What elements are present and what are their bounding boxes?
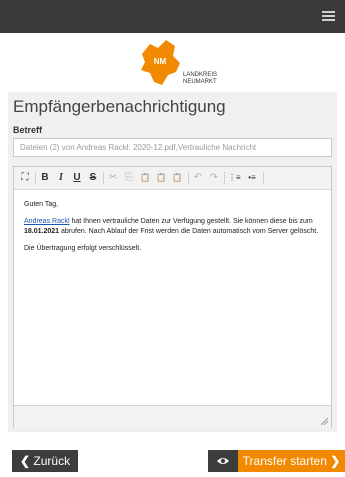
logo-line1: LANDKREIS — [183, 72, 217, 78]
page-title: Empfängerbenachrichtigung — [13, 97, 226, 116]
bold-button[interactable]: B — [39, 171, 51, 185]
message-paragraph: Andreas Rackl hat Ihnen vertrauliche Dat… — [24, 217, 322, 238]
logo-line2: NEUMARKT — [183, 79, 217, 85]
paste-icon[interactable]: 📋 — [139, 171, 151, 185]
strikethrough-button[interactable]: S — [87, 171, 99, 185]
editor-statusbar — [14, 405, 331, 428]
resize-handle-icon[interactable] — [320, 417, 328, 425]
editor-content[interactable]: Guten Tag, Andreas Rackl hat Ihnen vertr… — [24, 200, 322, 260]
sender-link[interactable]: Andreas Rackl — [24, 218, 70, 225]
paste-word-icon[interactable]: 📋 — [171, 171, 183, 185]
subject-label: Betreff — [13, 125, 43, 135]
back-button[interactable]: ❮ Zurück — [12, 450, 78, 472]
logo-area: NM LANDKREIS NEUMARKT — [0, 33, 345, 92]
numbered-list-icon[interactable]: ⋮≡ — [228, 171, 241, 185]
cut-icon[interactable]: ✂ — [107, 171, 119, 185]
eye-icon — [217, 458, 229, 464]
underline-button[interactable]: U — [71, 171, 83, 185]
bulleted-list-icon[interactable]: •≡ — [246, 171, 258, 185]
chevron-left-icon: ❮ — [20, 454, 31, 468]
toolbar-separator — [263, 172, 264, 184]
toolbar-separator — [188, 172, 189, 184]
hamburger-menu-icon[interactable] — [319, 6, 339, 26]
notification-panel: Empfängerbenachrichtigung Betreff Dateie… — [8, 92, 337, 432]
logo-badge: NM — [154, 57, 167, 66]
message-text-part2: abrufen. Nach Ablauf der Frist werden di… — [59, 228, 319, 235]
transfer-button-label: Transfer starten — [242, 454, 327, 468]
transfer-start-button[interactable]: Transfer starten ❯ — [238, 450, 345, 472]
toolbar-separator — [224, 172, 225, 184]
message-editor[interactable]: ⛶ B I U S ✂ ⎘ 📋 📋 📋 ↶ ↷ ⋮≡ •≡ Guten Tag,… — [13, 166, 332, 428]
message-text-part1: hat Ihnen vertrauliche Daten zur Verfügu… — [69, 217, 313, 225]
italic-button[interactable]: I — [55, 171, 67, 185]
toolbar-separator — [103, 172, 104, 184]
landkreis-neumarkt-logo: NM LANDKREIS NEUMARKT — [141, 40, 217, 85]
maximize-icon[interactable]: ⛶ — [19, 171, 31, 185]
toolbar-separator — [35, 172, 36, 184]
chevron-right-icon: ❯ — [330, 454, 341, 468]
copy-icon[interactable]: ⎘ — [123, 171, 135, 185]
undo-icon[interactable]: ↶ — [192, 171, 204, 185]
encryption-note: Die Übertragung erfolgt verschlüsselt. — [24, 244, 142, 252]
editor-toolbar: ⛶ B I U S ✂ ⎘ 📋 📋 📋 ↶ ↷ ⋮≡ •≡ — [14, 167, 331, 190]
subject-input[interactable]: Dateien (2) von Andreas Rackl: 2020-12.p… — [13, 138, 332, 157]
top-bar — [0, 0, 345, 33]
expiry-date: 18.01.2021 — [24, 228, 60, 235]
greeting-text: Guten Tag, — [24, 201, 59, 208]
redo-icon[interactable]: ↷ — [208, 171, 220, 185]
preview-button[interactable] — [208, 450, 238, 472]
paste-text-icon[interactable]: 📋 — [155, 171, 167, 185]
back-button-label: Zurück — [33, 454, 71, 468]
